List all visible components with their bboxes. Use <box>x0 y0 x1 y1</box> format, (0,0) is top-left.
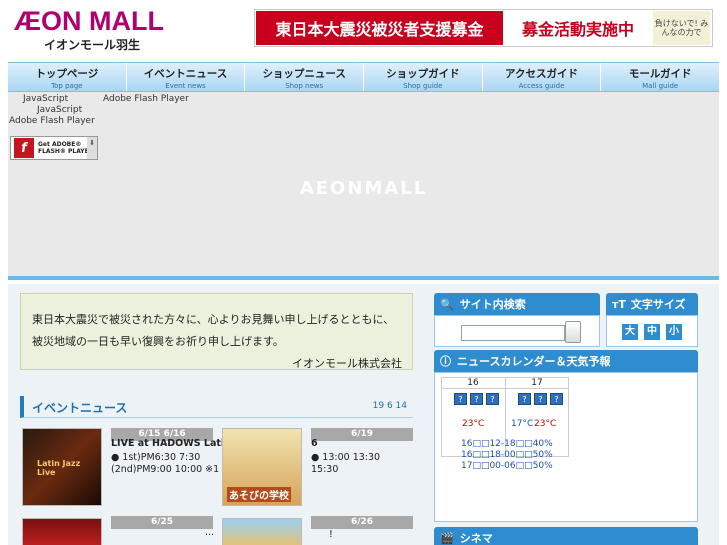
event-news-title: イベントニュース <box>32 401 128 415</box>
nav-top-page[interactable]: トップページ Top page <box>8 63 127 91</box>
site-search-box <box>434 315 600 347</box>
weather-icon: ? <box>550 393 563 405</box>
message-line-2: 被災地域の一日も早い復興をお祈り申し上げます。 <box>32 335 284 348</box>
message-line-1: 東日本大震災で被災された方々に、心よりお見舞い申し上げるとともに、 <box>32 313 395 326</box>
temperature-17-high: 23°C <box>534 419 557 429</box>
cinema-header: 🎬 シネマ <box>434 527 698 545</box>
flash-notice-javascript-2: JavaScript <box>37 105 83 115</box>
rain-chance: 16□□18-00□□50% <box>461 450 553 460</box>
calendar-day-16: 16 <box>467 378 479 388</box>
event-title[interactable]: LIVE at HADOWS Lati... <box>111 437 235 451</box>
nav-shop-news[interactable]: ショップニュース Shop news <box>245 63 365 91</box>
nav-event-news[interactable]: イベントニュース Event news <box>127 63 246 91</box>
event-image[interactable] <box>222 518 302 545</box>
flash-hero: JavaScript Adobe Flash Player JavaScript… <box>8 92 719 280</box>
donation-banner[interactable]: 東日本大震災被災者支援募金 募金活動実施中 負けないで! みんなの力で <box>254 9 713 47</box>
event-title[interactable]: ... <box>205 526 214 540</box>
banner-slogan: 負けないで! みんなの力で <box>653 11 710 45</box>
weather-icon: ? <box>534 393 547 405</box>
mall-name: イオンモール羽生 <box>44 38 141 52</box>
site-search-header: 🔍 サイト内検索 <box>434 293 600 315</box>
calendar-weather-header: ⓘ ニュースカレンダー＆天気予報 <box>434 350 698 372</box>
get-flash-player-button[interactable]: f Get ADOBE® FLASH® PLAYER ⬇ <box>10 136 98 160</box>
text-size-large-button[interactable]: 大 <box>622 324 638 340</box>
event-detail: (2nd)PM9:00 10:00 ※1 <box>111 464 220 475</box>
rain-chance: 17□□00-06□□50% <box>461 461 553 471</box>
site-logo[interactable]: ÆON MALL <box>14 8 164 35</box>
hero-logo: AEONMALL <box>299 178 428 199</box>
flash-notice-player: Adobe Flash Player <box>103 94 189 104</box>
event-title[interactable]: ! <box>329 528 333 542</box>
search-icon: 🔍 <box>440 297 454 311</box>
nav-shop-guide[interactable]: ショップガイド Shop guide <box>364 63 483 91</box>
banner-donation-title: 東日本大震災被災者支援募金 <box>256 11 503 45</box>
flash-notice-player-2: Adobe Flash Player <box>9 116 95 126</box>
main-content: 東日本大震災で被災された方々に、心よりお見舞い申し上げるとともに、 被災地域の一… <box>8 284 719 545</box>
site-header: ÆON MALL イオンモール羽生 東日本大震災被災者支援募金 募金活動実施中 … <box>0 0 727 62</box>
temperature-16: 23°C <box>462 419 485 429</box>
event-image-latin-jazz[interactable]: Latin Jazz Live <box>22 428 102 506</box>
text-size-box: 大 中 小 <box>606 315 698 347</box>
flash-icon: f <box>14 138 34 158</box>
flash-notice-javascript: JavaScript <box>23 94 69 104</box>
event-image-asobi-school[interactable]: あそびの学校 <box>222 428 302 506</box>
cinema-icon: 🎬 <box>440 531 454 545</box>
global-nav: トップページ Top page イベントニュース Event news ショップニュ… <box>8 62 719 92</box>
calendar-weather-box: 16 17 ? ? ? ? ? ? 23°C 17°C 23°C 16□□12-… <box>434 372 698 522</box>
event-date: 6/19 <box>311 428 413 441</box>
message-signature: イオンモール株式会社 <box>292 357 402 370</box>
info-icon: ⓘ <box>440 355 451 368</box>
event-date: 6/25 <box>111 516 213 529</box>
text-size-medium-button[interactable]: 中 <box>644 324 660 340</box>
banner-campaign-status: 募金活動実施中 <box>503 11 653 45</box>
weather-icon: ? <box>470 393 483 405</box>
rain-chance: 16□□12-18□□40% <box>461 439 553 449</box>
text-size-icon: ᴛT <box>612 297 626 311</box>
temperature-17-low: 17°C <box>511 419 534 429</box>
event-image[interactable] <box>22 518 102 545</box>
weather-icon: ? <box>518 393 531 405</box>
event-date: 6/26 <box>311 516 413 529</box>
condolence-message: 東日本大震災で被災された方々に、心よりお見舞い申し上げるとともに、 被災地域の一… <box>20 293 413 370</box>
event-title[interactable]: 6 <box>311 437 318 451</box>
text-size-header: ᴛT 文字サイズ <box>606 293 698 315</box>
nav-mall-guide[interactable]: モールガイド Mall guide <box>601 63 719 91</box>
weather-icon: ? <box>454 393 467 405</box>
download-arrow-icon: ⬇ <box>87 137 97 159</box>
nav-access-guide[interactable]: アクセスガイド Access guide <box>483 63 602 91</box>
weather-icon: ? <box>486 393 499 405</box>
event-news-heading: イベントニュース 19 6 14 <box>20 396 413 418</box>
search-input[interactable] <box>461 325 565 341</box>
search-button[interactable] <box>565 321 581 343</box>
event-detail: 15:30 <box>311 464 339 475</box>
calendar-day-17: 17 <box>531 378 543 388</box>
event-page-links[interactable]: 19 6 14 <box>373 401 407 411</box>
text-size-small-button[interactable]: 小 <box>666 324 682 340</box>
